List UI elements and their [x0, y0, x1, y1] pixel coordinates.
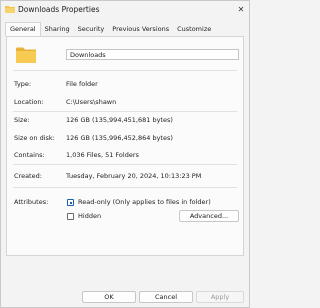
- properties-dialog: Downloads Properties ✕ General Sharing S…: [0, 0, 250, 308]
- tab-sharing[interactable]: Sharing: [41, 23, 74, 36]
- divider: [13, 111, 237, 112]
- window-title: Downloads Properties: [18, 5, 100, 14]
- advanced-button[interactable]: Advanced...: [179, 210, 239, 222]
- type-value: File folder: [66, 80, 98, 88]
- folder-icon: [16, 47, 36, 63]
- folder-icon: [5, 6, 15, 13]
- hidden-label[interactable]: Hidden: [78, 212, 101, 220]
- size-on-disk-value: 126 GB (135,996,452,864 bytes): [66, 134, 173, 142]
- read-only-label[interactable]: Read-only (Only applies to files in fold…: [78, 198, 211, 206]
- tab-security[interactable]: Security: [74, 23, 109, 36]
- apply-button[interactable]: Apply: [196, 291, 244, 303]
- contains-value: 1,036 Files, 51 Folders: [66, 151, 139, 159]
- type-label: Type:: [14, 80, 32, 88]
- tab-general[interactable]: General: [5, 22, 41, 36]
- tab-customize[interactable]: Customize: [173, 23, 215, 36]
- divider: [13, 164, 237, 165]
- hidden-checkbox[interactable]: [67, 213, 74, 220]
- created-label: Created:: [14, 172, 42, 180]
- title-bar: Downloads Properties ✕: [1, 1, 249, 21]
- location-value: C:\Users\shawn: [66, 98, 117, 106]
- divider: [13, 70, 237, 71]
- tab-strip: General Sharing Security Previous Versio…: [5, 22, 215, 36]
- attributes-label: Attributes:: [14, 198, 49, 206]
- cancel-button[interactable]: Cancel: [139, 291, 193, 303]
- general-panel: Type: File folder Location: C:\Users\sha…: [6, 36, 244, 256]
- size-value: 126 GB (135,994,451,681 bytes): [66, 116, 173, 124]
- tab-previous-versions[interactable]: Previous Versions: [108, 23, 173, 36]
- contains-label: Contains:: [14, 151, 45, 159]
- close-button[interactable]: ✕: [236, 4, 246, 14]
- size-label: Size:: [14, 116, 30, 124]
- folder-name-input[interactable]: [66, 49, 239, 60]
- divider: [13, 187, 237, 188]
- created-value: Tuesday, February 20, 2024, 10:13:23 PM: [66, 172, 202, 180]
- close-icon: ✕: [237, 4, 245, 14]
- read-only-checkbox[interactable]: [67, 199, 74, 206]
- ok-button[interactable]: OK: [82, 291, 136, 303]
- location-label: Location:: [14, 98, 44, 106]
- size-on-disk-label: Size on disk:: [14, 134, 55, 142]
